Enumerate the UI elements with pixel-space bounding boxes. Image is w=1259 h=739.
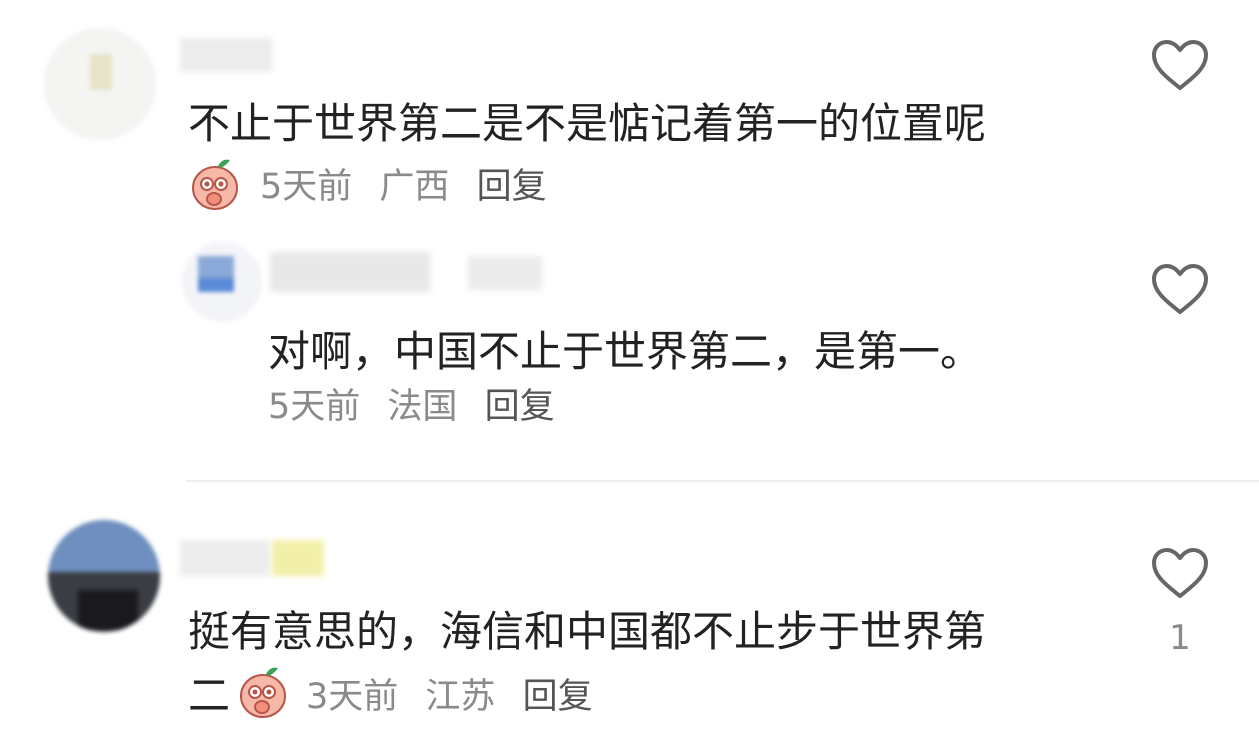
username[interactable]: [180, 540, 270, 576]
comment-meta: 3天前 江苏 回复: [306, 676, 609, 718]
reply-location: 法国: [387, 387, 458, 427]
username[interactable]: [180, 38, 272, 72]
comment-text-line-1: 挺有意思的，海信和中国都不止步于世界第: [188, 607, 987, 656]
avatar[interactable]: [44, 28, 156, 140]
comment-text: 不止于世界第二是不是惦记着第一的位置呢: [188, 99, 987, 148]
peach-face-sticker: [188, 156, 242, 212]
username[interactable]: [270, 252, 430, 292]
avatar[interactable]: [182, 242, 262, 322]
comment-text-line-2: 二: [188, 671, 231, 720]
comment-location: 江苏: [425, 677, 496, 717]
reply-meta: 5天前 法国 回复: [268, 386, 571, 428]
heart-outline-icon[interactable]: [1150, 546, 1210, 602]
comment-list: 不止于世界第二是不是惦记着第一的位置呢 5天前 广西 回复 对啊，中国不止于世界…: [0, 0, 1259, 739]
comment-location: 广西: [379, 167, 450, 207]
comment-time: 5天前: [260, 167, 353, 207]
peach-face-sticker: [236, 664, 290, 720]
username-badge: [468, 256, 542, 290]
reply-button[interactable]: 回复: [477, 167, 547, 207]
comment-meta: 5天前 广西 回复: [260, 166, 563, 208]
reply-button[interactable]: 回复: [523, 677, 593, 717]
heart-outline-icon[interactable]: [1150, 38, 1210, 94]
reply-text: 对啊，中国不止于世界第二，是第一。: [268, 327, 983, 376]
like-count: 1: [1169, 618, 1191, 658]
reply-button[interactable]: 回复: [485, 387, 555, 427]
reply-time: 5天前: [268, 387, 361, 427]
divider: [186, 480, 1259, 482]
comment-time: 3天前: [306, 677, 399, 717]
avatar[interactable]: [48, 520, 160, 632]
username-badge: [272, 540, 324, 576]
heart-outline-icon[interactable]: [1150, 262, 1210, 318]
